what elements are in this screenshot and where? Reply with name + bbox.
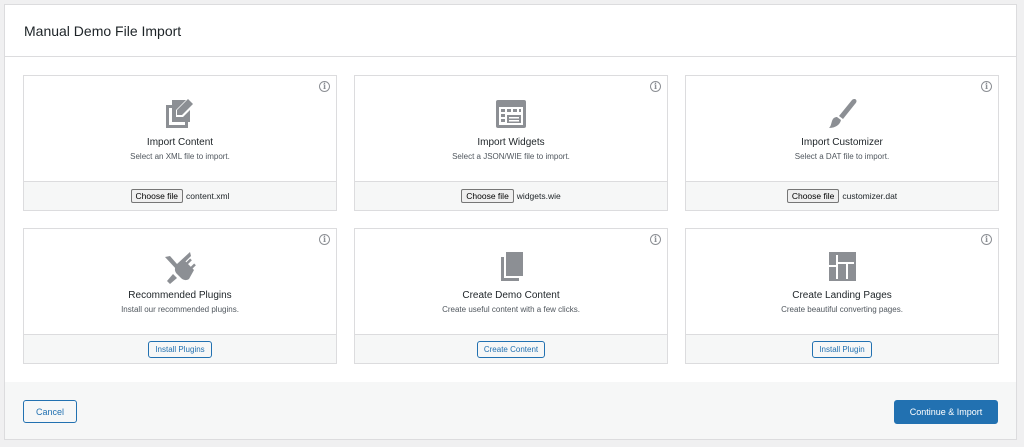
widgets-icon bbox=[496, 100, 526, 128]
install-plugins-button[interactable]: Install Plugins bbox=[148, 340, 212, 358]
card-action-bar: Install Plugins bbox=[24, 334, 336, 363]
file-input: Choose file widgets.wie bbox=[461, 189, 561, 203]
card-action-bar: Install Plugin bbox=[686, 334, 998, 363]
choose-file-button[interactable]: Choose file bbox=[130, 189, 184, 203]
card-import-customizer: i Import Customizer Select a DAT file to… bbox=[685, 75, 999, 211]
install-plugin-button[interactable]: Install Plugin bbox=[812, 340, 872, 358]
card-description: Create useful content with a few clicks. bbox=[442, 305, 580, 314]
card-title: Import Customizer bbox=[801, 137, 883, 148]
card-description: Create beautiful converting pages. bbox=[781, 305, 903, 314]
card-action-bar: Choose file content.xml bbox=[24, 181, 336, 210]
info-icon[interactable]: i bbox=[981, 81, 992, 92]
card-content-area: i Import Content Select an XML file to i… bbox=[24, 76, 336, 181]
card-content-area: i Import Customizer Select a DAT file to… bbox=[686, 76, 998, 181]
card-description: Select a DAT file to import. bbox=[794, 152, 890, 161]
card-title: Create Demo Content bbox=[462, 290, 560, 301]
card-description: Select an XML file to import. bbox=[130, 152, 230, 161]
file-input: Choose file customizer.dat bbox=[786, 189, 898, 203]
card-action-bar: Create Content bbox=[355, 334, 667, 363]
card-create-demo-content: i Create Demo Content Create useful cont… bbox=[354, 228, 668, 364]
card-title: Recommended Plugins bbox=[128, 290, 232, 301]
card-create-landing-pages: i Create Landing Pages Create beautiful … bbox=[685, 228, 999, 364]
selected-file-name: widgets.wie bbox=[516, 191, 561, 201]
card-import-content: i Import Content Select an XML file to i… bbox=[23, 75, 337, 211]
info-icon[interactable]: i bbox=[319, 234, 330, 245]
card-recommended-plugins: i Recommended Plugins Install our recomm… bbox=[23, 228, 337, 364]
card-description: Install our recommended plugins. bbox=[121, 305, 239, 314]
modal-title: Manual Demo File Import bbox=[24, 22, 182, 39]
create-content-button[interactable]: Create Content bbox=[476, 340, 546, 358]
paintbrush-icon bbox=[829, 99, 857, 128]
card-import-widgets: i Import Widgets Select a JSON/WIE file … bbox=[354, 75, 668, 211]
continue-import-button[interactable]: Continue & Import bbox=[894, 400, 998, 424]
modal-header: Manual Demo File Import bbox=[5, 5, 1016, 57]
card-action-bar: Choose file customizer.dat bbox=[686, 181, 998, 210]
card-title: Import Widgets bbox=[477, 137, 545, 148]
choose-file-button[interactable]: Choose file bbox=[461, 189, 514, 203]
card-action-bar: Choose file widgets.wie bbox=[355, 181, 667, 210]
card-content-area: i Recommended Plugins Install our recomm… bbox=[24, 229, 336, 334]
plugin-icon bbox=[165, 252, 196, 284]
edit-page-icon bbox=[166, 99, 193, 128]
info-icon[interactable]: i bbox=[981, 234, 992, 245]
choose-file-button[interactable]: Choose file bbox=[786, 189, 840, 203]
card-title: Create Landing Pages bbox=[792, 290, 892, 301]
manual-import-modal: Manual Demo File Import i Import Content… bbox=[4, 4, 1017, 440]
info-icon[interactable]: i bbox=[319, 81, 330, 92]
card-title: Import Content bbox=[146, 137, 214, 148]
selected-file-name: customizer.dat bbox=[842, 191, 898, 201]
card-content-area: i Create Landing Pages Create beautiful … bbox=[686, 229, 998, 334]
card-content-area: i Create Demo Content Create useful cont… bbox=[355, 229, 667, 334]
file-input: Choose file content.xml bbox=[130, 189, 230, 203]
modal-footer: Cancel Continue & Import bbox=[5, 382, 1016, 439]
card-content-area: i Import Widgets Select a JSON/WIE file … bbox=[355, 76, 667, 181]
info-icon[interactable]: i bbox=[650, 234, 661, 245]
selected-file-name: content.xml bbox=[186, 191, 230, 201]
modal-body: i Import Content Select an XML file to i… bbox=[5, 57, 1016, 383]
card-description: Select a JSON/WIE file to import. bbox=[452, 152, 570, 161]
pages-icon bbox=[501, 252, 523, 281]
info-icon[interactable]: i bbox=[650, 81, 661, 92]
cancel-button[interactable]: Cancel bbox=[23, 400, 77, 423]
layout-icon bbox=[829, 252, 856, 281]
